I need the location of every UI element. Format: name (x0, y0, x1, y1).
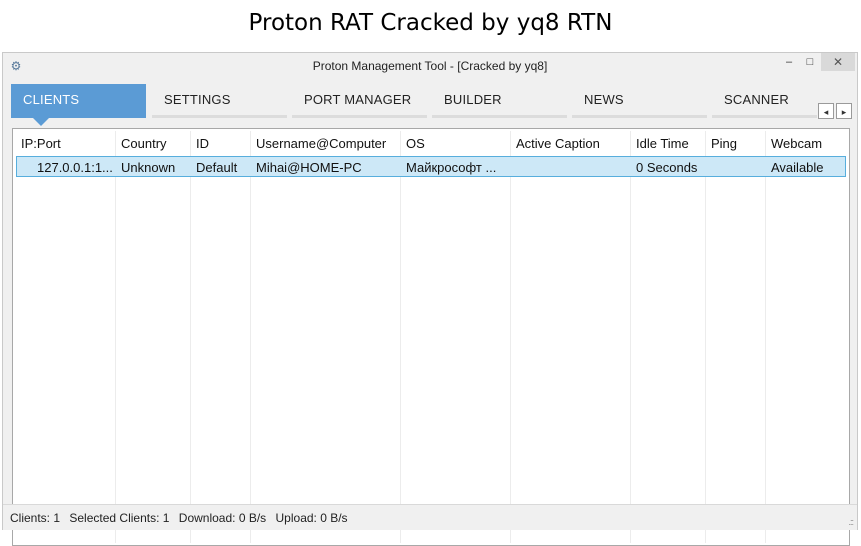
column-separator (705, 131, 706, 543)
cell-webcam: Available (771, 160, 824, 175)
column-header-id[interactable]: ID (190, 133, 250, 155)
banner: Proton RAT Cracked by yq8 RTN (0, 0, 861, 52)
tab-settings[interactable]: SETTINGS (152, 84, 287, 118)
column-header-ip-port[interactable]: IP:Port (15, 133, 115, 155)
column-separator (400, 131, 401, 543)
clients-list[interactable]: IP:Port Country ID Username@Computer OS … (12, 128, 850, 546)
cell-username-computer: Mihai@HOME-PC (256, 160, 362, 175)
tab-builder[interactable]: BUILDER (432, 84, 567, 118)
tab-scanner[interactable]: SCANNER (712, 84, 817, 118)
tab-label: BUILDER (444, 92, 502, 107)
cell-country: Unknown (121, 160, 176, 175)
scroll-left-icon[interactable]: ◂ (818, 103, 834, 119)
status-selected-clients: Selected Clients: 1 (69, 511, 170, 525)
cell-active-caption (510, 158, 630, 177)
tab-port-manager[interactable]: PORT MANAGER (292, 84, 427, 118)
tab-strip: CLIENTS SETTINGS PORT MANAGER BUILDER NE… (11, 84, 831, 126)
column-header-active-caption[interactable]: Active Caption (510, 133, 630, 155)
cell-os: Майкрософт ... (406, 160, 497, 175)
column-header-os[interactable]: OS (400, 133, 510, 155)
close-button[interactable]: ✕ (821, 53, 855, 71)
column-header-country[interactable]: Country (115, 133, 190, 155)
status-text: Clients: 1 Selected Clients: 1 Download:… (10, 511, 354, 525)
active-tab-pointer (33, 118, 49, 126)
cell-id: Default (196, 160, 238, 175)
scroll-right-icon[interactable]: ▸ (836, 103, 852, 119)
column-separator (510, 131, 511, 543)
tab-clients[interactable]: CLIENTS (11, 84, 146, 118)
title-bar[interactable]: ⚙ Proton Management Tool - [Cracked by y… (3, 53, 857, 79)
window-title: Proton Management Tool - [Cracked by yq8… (312, 59, 548, 73)
tab-label: SETTINGS (164, 92, 231, 107)
maximize-button[interactable]: □ (800, 53, 820, 71)
tab-label: NEWS (584, 92, 624, 107)
cell-ping (705, 158, 765, 177)
cell-ip-port: 127.0.0.1:1... (37, 160, 113, 175)
main-window: ⚙ Proton Management Tool - [Cracked by y… (2, 52, 858, 546)
cell-idle-time: 0 Seconds (636, 160, 698, 175)
tab-label: CLIENTS (23, 92, 80, 107)
tab-label: PORT MANAGER (304, 92, 412, 107)
column-header-idle-time[interactable]: Idle Time (630, 133, 705, 155)
column-header-username-computer[interactable]: Username@Computer (250, 133, 400, 155)
tab-scroll: ◂ ▸ (818, 103, 854, 121)
status-clients: Clients: 1 (10, 511, 61, 525)
resize-grip-icon[interactable]: .:: (848, 517, 853, 527)
column-header-ping[interactable]: Ping (705, 133, 765, 155)
status-download: Download: 0 B/s (178, 511, 267, 525)
status-upload: Upload: 0 B/s (275, 511, 348, 525)
status-bar: Clients: 1 Selected Clients: 1 Download:… (3, 504, 857, 530)
column-header-webcam[interactable]: Webcam (765, 133, 845, 155)
column-separator (190, 131, 191, 543)
column-separator (115, 131, 116, 543)
tab-news[interactable]: NEWS (572, 84, 707, 118)
column-separator (250, 131, 251, 543)
column-separator (765, 131, 766, 543)
minimize-button[interactable]: – (779, 53, 799, 71)
column-separator (630, 131, 631, 543)
tab-label: SCANNER (724, 92, 789, 107)
banner-title: Proton RAT Cracked by yq8 RTN (248, 10, 613, 36)
